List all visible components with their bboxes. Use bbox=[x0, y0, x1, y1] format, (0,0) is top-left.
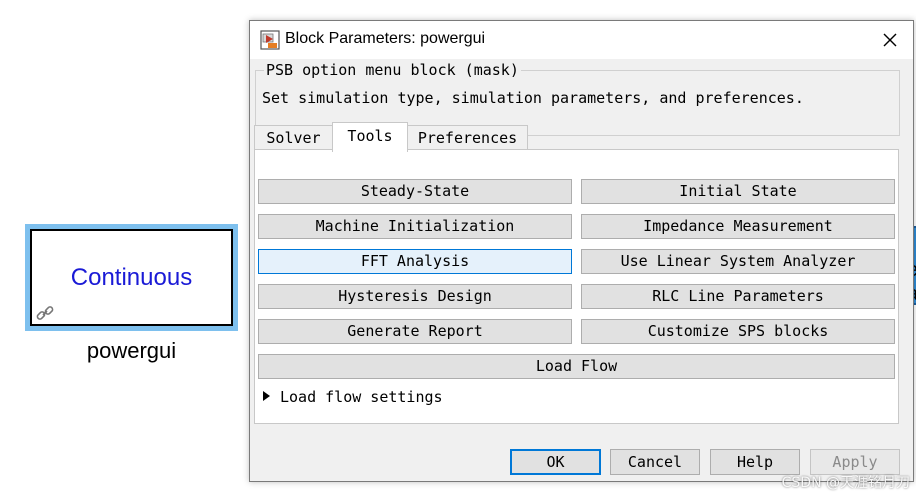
dialog-title: Block Parameters: powergui bbox=[285, 30, 486, 47]
mask-type-label: PSB option menu block (mask) bbox=[264, 61, 521, 79]
machine-initialization-button[interactable]: Machine Initialization bbox=[258, 214, 572, 239]
load-flow-settings-label: Load flow settings bbox=[280, 388, 443, 406]
load-flow-button[interactable]: Load Flow bbox=[258, 354, 895, 379]
generate-report-button[interactable]: Generate Report bbox=[258, 319, 572, 344]
csdn-watermark: CSDN @天涯铭月刀 bbox=[781, 475, 910, 491]
customize-sps-blocks-button[interactable]: Customize SPS blocks bbox=[581, 319, 895, 344]
tab-solver[interactable]: Solver bbox=[254, 125, 333, 150]
tab-tools[interactable]: Tools bbox=[332, 122, 408, 152]
close-icon bbox=[883, 33, 897, 47]
block-name-label: powergui bbox=[86, 338, 177, 363]
ok-button[interactable]: OK bbox=[510, 449, 601, 475]
powergui-block[interactable]: Continuous bbox=[30, 229, 233, 326]
initial-state-button[interactable]: Initial State bbox=[581, 179, 895, 204]
linear-system-analyzer-button[interactable]: Use Linear System Analyzer bbox=[581, 249, 895, 274]
simulink-block-icon bbox=[260, 30, 280, 50]
close-button[interactable] bbox=[877, 27, 903, 53]
rlc-line-parameters-button[interactable]: RLC Line Parameters bbox=[581, 284, 895, 309]
tab-preferences[interactable]: Preferences bbox=[407, 125, 528, 150]
library-link-icon bbox=[36, 306, 54, 320]
dialog-titlebar[interactable]: Block Parameters: powergui bbox=[250, 21, 913, 59]
fft-analysis-button[interactable]: FFT Analysis bbox=[258, 249, 572, 274]
tools-panel: Steady-State Initial State Machine Initi… bbox=[254, 149, 899, 424]
cancel-button[interactable]: Cancel bbox=[610, 449, 700, 475]
steady-state-button[interactable]: Steady-State bbox=[258, 179, 572, 204]
block-parameters-dialog: Block Parameters: powergui PSB option me… bbox=[249, 20, 914, 482]
load-flow-settings-toggle[interactable]: Load flow settings bbox=[263, 388, 443, 406]
hysteresis-design-button[interactable]: Hysteresis Design bbox=[258, 284, 572, 309]
impedance-measurement-button[interactable]: Impedance Measurement bbox=[581, 214, 895, 239]
mask-description: Set simulation type, simulation paramete… bbox=[262, 89, 804, 107]
expand-triangle-icon bbox=[263, 391, 270, 401]
block-text: Continuous bbox=[70, 263, 193, 291]
